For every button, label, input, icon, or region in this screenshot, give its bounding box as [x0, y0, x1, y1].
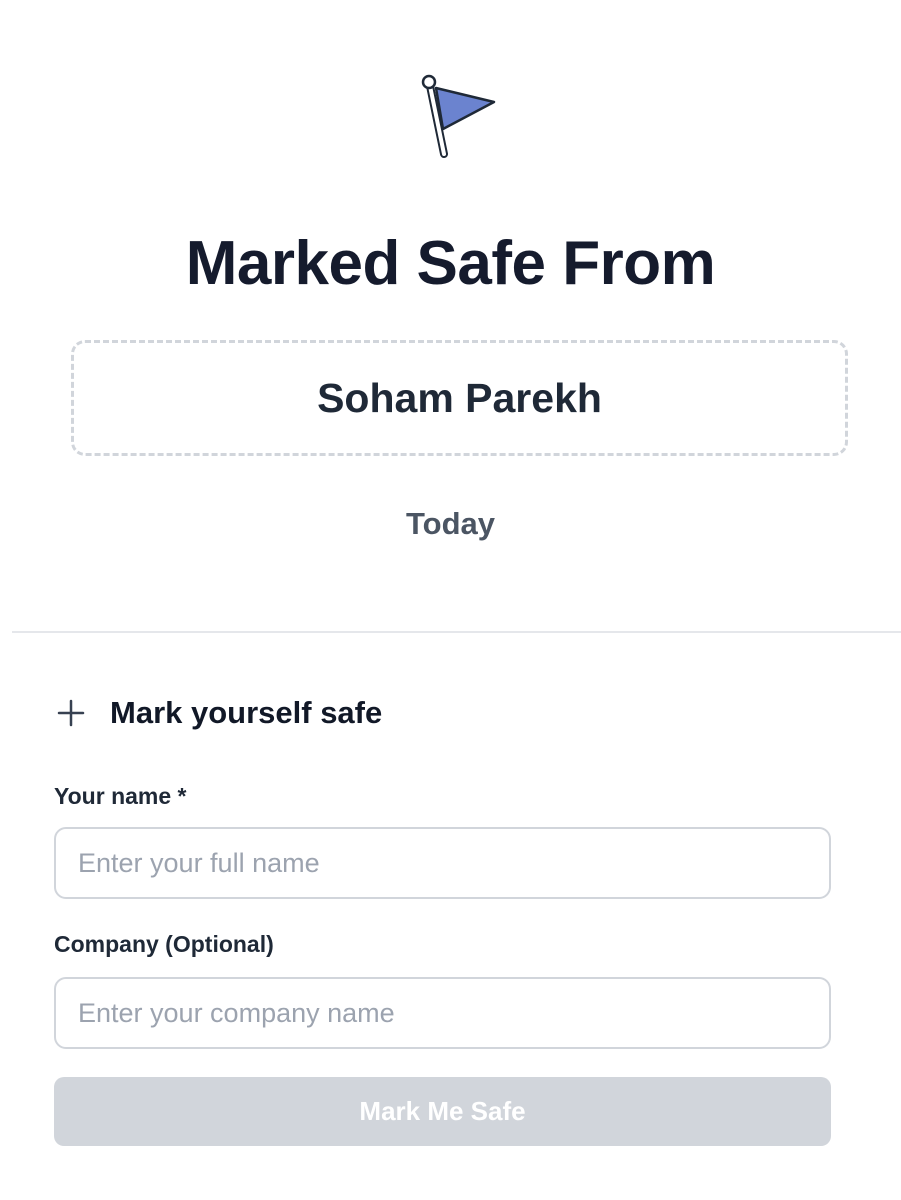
plus-icon	[57, 699, 85, 727]
marked-person-name: Soham Parekh	[317, 375, 602, 421]
name-input[interactable]	[54, 827, 831, 899]
page-title: Marked Safe From	[185, 229, 716, 298]
form-heading: Mark yourself safe	[110, 695, 383, 730]
section-divider	[12, 631, 901, 633]
marked-name-box: Soham Parekh	[71, 340, 848, 456]
safe-date: Today	[406, 506, 495, 541]
flag-icon	[421, 74, 496, 158]
name-field-label: Your name *	[54, 783, 187, 809]
company-field-label: Company (Optional)	[54, 931, 274, 957]
company-input[interactable]	[54, 977, 831, 1049]
mark-me-safe-button[interactable]: Mark Me Safe	[54, 1077, 831, 1146]
marked-safe-header: Marked Safe From Soham Parekh Today	[0, 0, 901, 631]
mark-yourself-safe-toggle[interactable]: Mark yourself safe	[54, 692, 382, 734]
